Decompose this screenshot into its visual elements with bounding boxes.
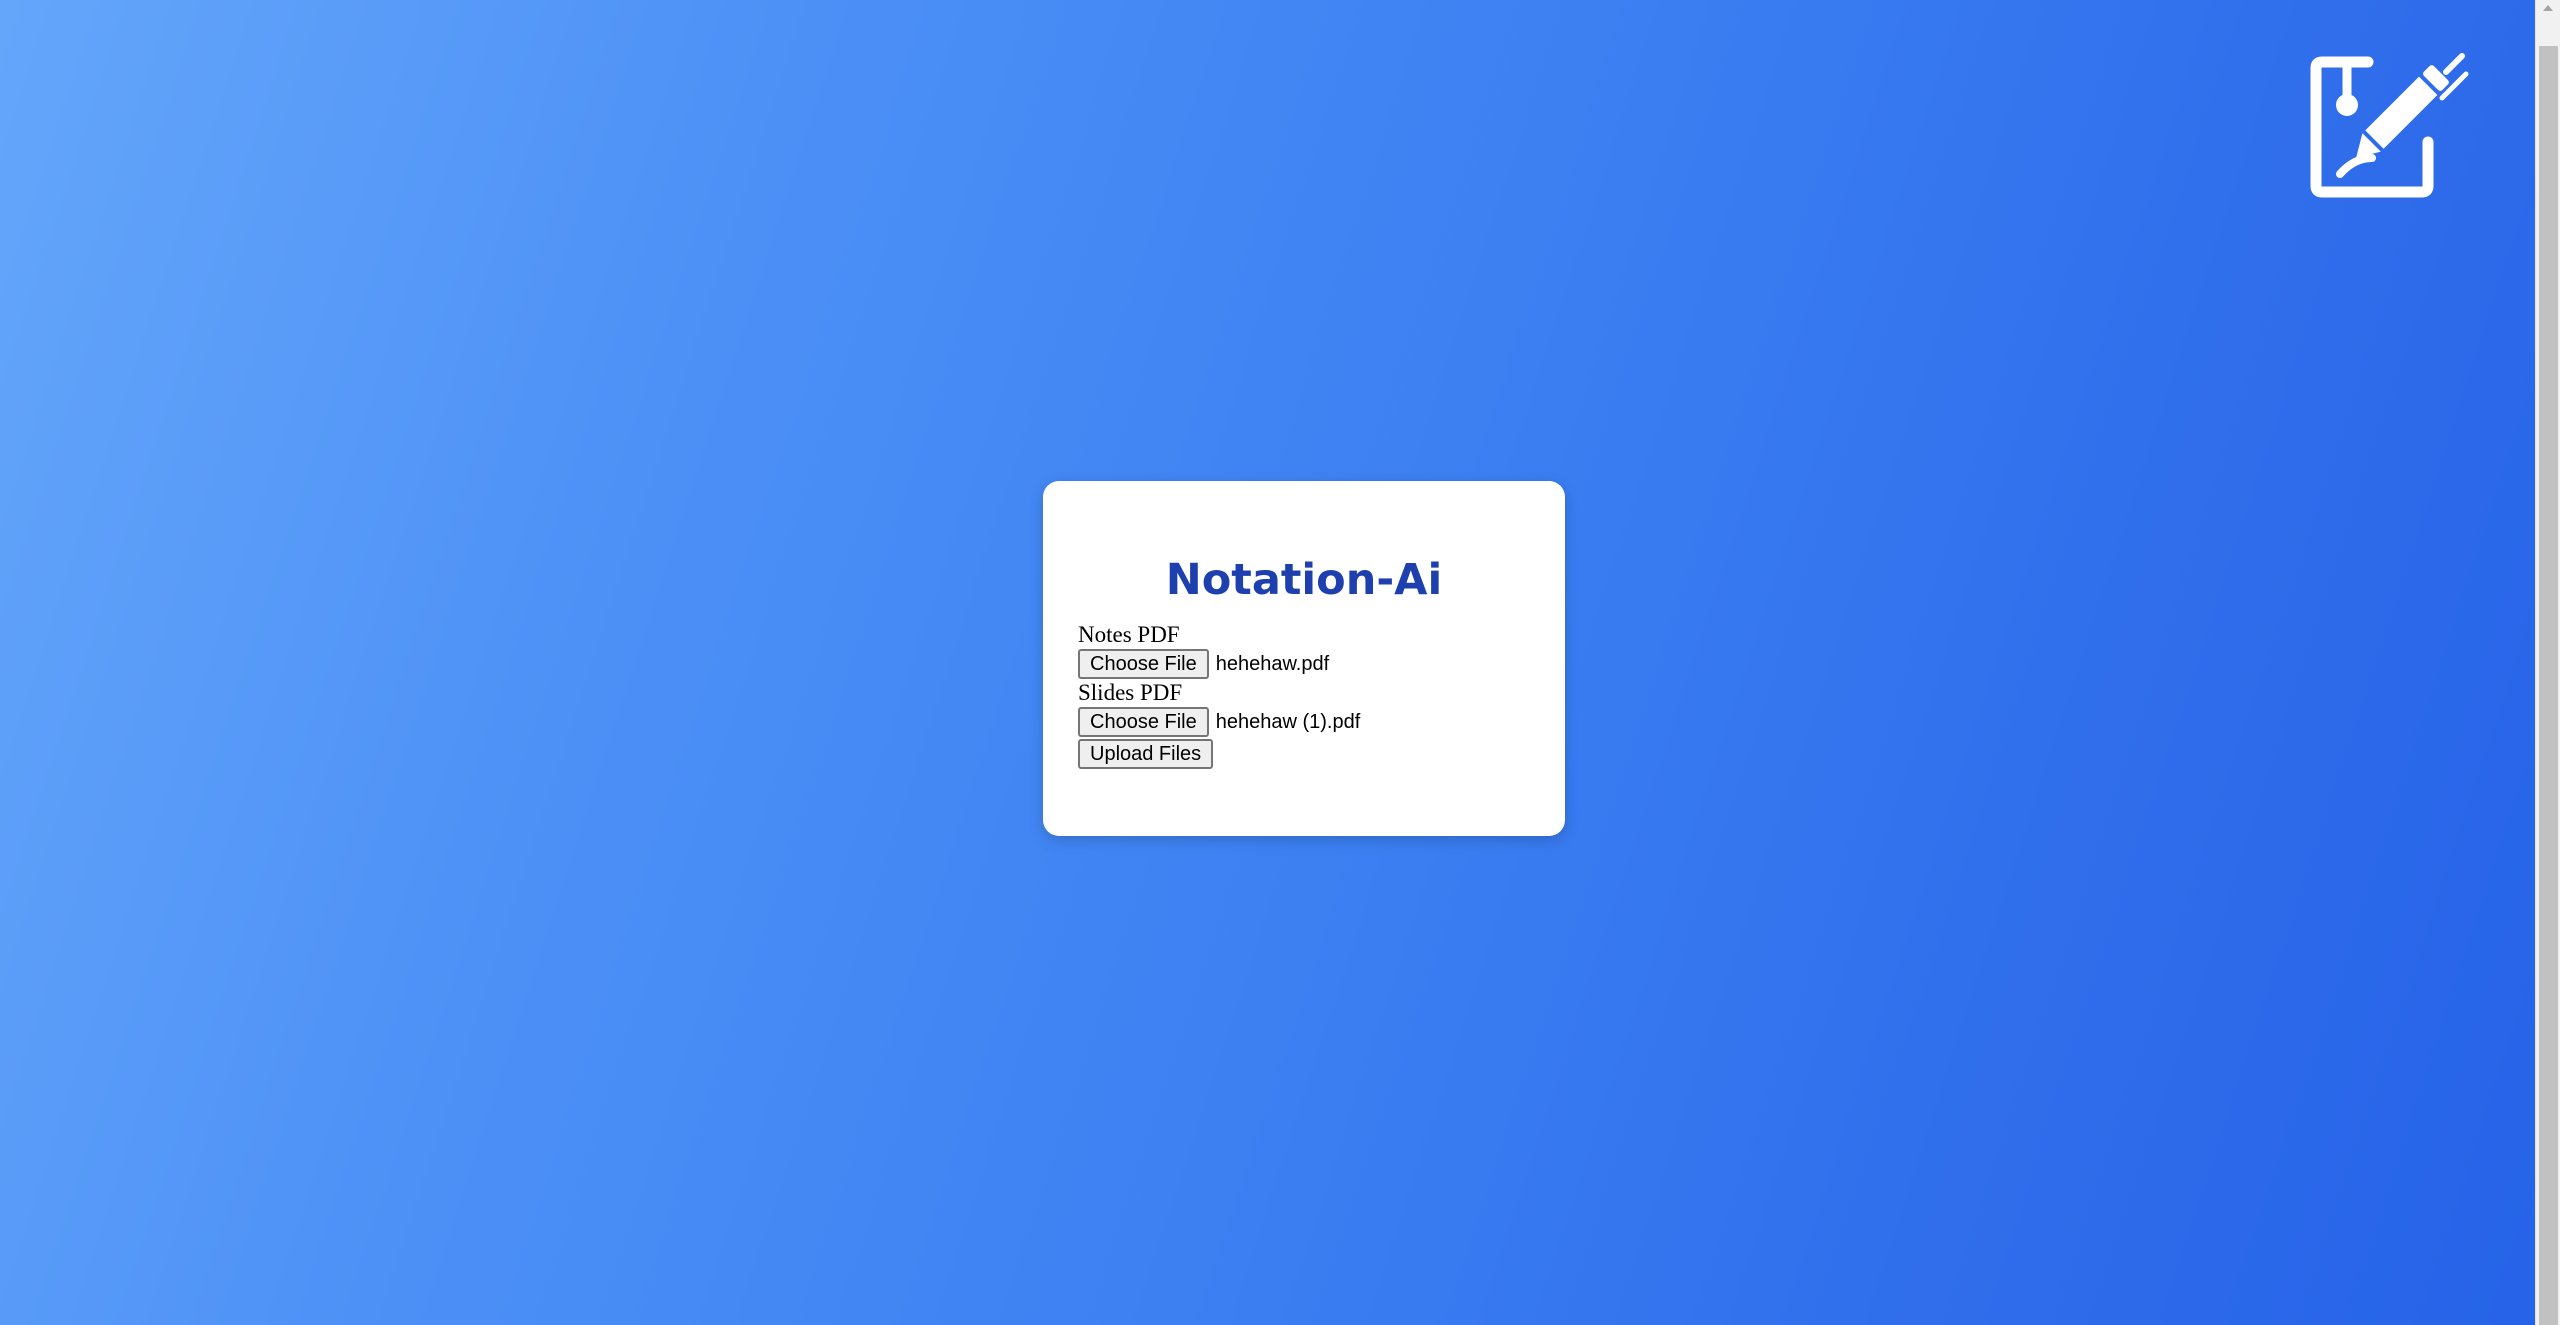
- scrollbar-thumb[interactable]: [2539, 46, 2558, 1325]
- edit-document-pen-icon: [2310, 46, 2472, 198]
- slides-file-input[interactable]: Choose File hehehaw (1).pdf: [1078, 706, 1530, 738]
- slides-choose-file-button[interactable]: Choose File: [1078, 707, 1209, 737]
- page-title: Notation-Ai: [1165, 555, 1443, 605]
- notes-file-name: hehehaw.pdf: [1215, 652, 1330, 675]
- vertical-scrollbar[interactable]: [2535, 0, 2560, 1325]
- notes-file-input[interactable]: Choose File hehehaw.pdf: [1078, 648, 1530, 680]
- upload-row: Upload Files: [1078, 738, 1530, 770]
- upload-card: Notation-Ai Notes PDF Choose File heheha…: [1043, 481, 1565, 836]
- slides-file-name: hehehaw (1).pdf: [1215, 710, 1361, 733]
- scroll-up-arrow-icon[interactable]: [2543, 5, 2553, 11]
- page-background: Notation-Ai Notes PDF Choose File heheha…: [0, 0, 2535, 1325]
- upload-files-button[interactable]: Upload Files: [1078, 739, 1214, 769]
- notes-pdf-label: Notes PDF: [1078, 622, 1180, 647]
- slides-pdf-label: Slides PDF: [1078, 680, 1183, 705]
- notes-choose-file-button[interactable]: Choose File: [1078, 649, 1209, 679]
